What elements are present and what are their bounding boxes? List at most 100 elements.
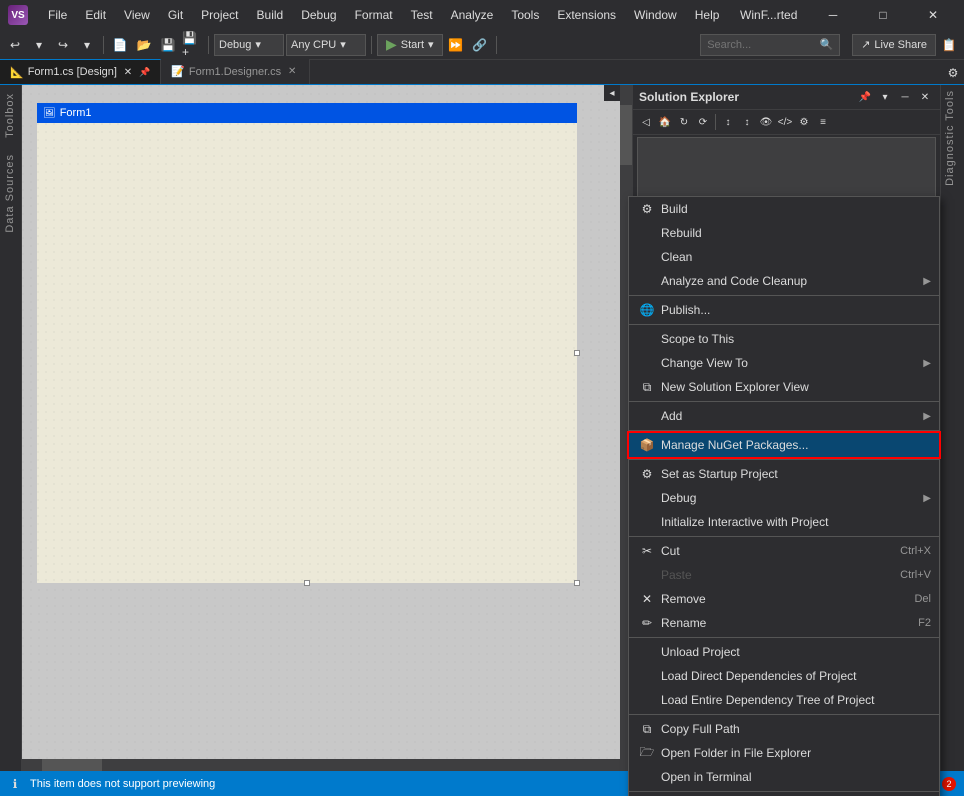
ctx-build[interactable]: ⚙ Build [629,197,939,221]
tabs-bar: 📐 Form1.cs [Design] ✕ 📌 📝 Form1.Designer… [0,60,964,85]
ctx-openterminal[interactable]: Open in Terminal [629,765,939,789]
h-scrollbar[interactable] [22,759,620,771]
panel-close-button[interactable]: ✕ [916,88,934,106]
live-share-button[interactable]: ↗ Live Share [852,34,936,56]
ctx-nuget[interactable]: 📦 Manage NuGet Packages... [629,433,939,457]
ctx-debug[interactable]: Debug ▶ [629,486,939,510]
main-area: Toolbox Data Sources 🖼 Form1 [0,85,964,771]
se-back-button[interactable]: ◁ [637,113,655,131]
menu-edit[interactable]: Edit [77,6,114,24]
notification-badge[interactable]: 2 [942,777,956,791]
menu-help[interactable]: Help [687,6,728,24]
ctx-unload[interactable]: Unload Project [629,640,939,664]
ctx-scope[interactable]: Scope to This [629,327,939,351]
se-code-view[interactable]: </> [776,113,794,131]
new-file-button[interactable]: 📄 [109,34,131,56]
start-dropdown[interactable]: ▾ [428,38,434,51]
remove-icon: ✕ [637,592,657,606]
ctx-loaddirect[interactable]: Load Direct Dependencies of Project [629,664,939,688]
cpu-combo[interactable]: Any CPU▾ [286,34,366,56]
tab-pin[interactable]: 📌 [139,67,150,78]
menu-test[interactable]: Test [403,6,441,24]
ctx-clean[interactable]: Clean [629,245,939,269]
panel-minimize-button[interactable]: ─ [896,88,914,106]
debug-mode-combo[interactable]: Debug▾ [214,34,284,56]
save-all-button[interactable]: 💾+ [181,34,203,56]
toolbox-label[interactable]: Toolbox [0,85,21,146]
ctx-publish-label: Publish... [661,303,931,317]
tab-close-form1[interactable]: ✕ [121,65,135,79]
form-body[interactable] [37,123,577,583]
search-input[interactable] [707,39,819,51]
ctx-loadentire[interactable]: Load Entire Dependency Tree of Project [629,688,939,712]
ctx-rename[interactable]: ✏ Rename F2 [629,611,939,635]
tab-close-designer[interactable]: ✕ [285,65,299,79]
redo-button[interactable]: ↪ [52,34,74,56]
undo-dropdown[interactable]: ▾ [28,34,50,56]
menu-analyze[interactable]: Analyze [443,6,502,24]
play-icon: ▶ [386,36,397,53]
startup-icon: ⚙ [637,467,657,481]
menu-build[interactable]: Build [249,6,292,24]
ctx-rebuild[interactable]: Rebuild [629,221,939,245]
ctx-add[interactable]: Add ▶ [629,404,939,428]
tab-form1-designer[interactable]: 📝 Form1.Designer.cs ✕ [161,59,310,84]
menu-git[interactable]: Git [160,6,191,24]
resize-handle-bottom[interactable] [304,580,310,586]
menu-view[interactable]: View [116,6,158,24]
se-properties-button[interactable]: ⚙ [795,113,813,131]
ctx-remove[interactable]: ✕ Remove Del [629,587,939,611]
ctx-openfolder[interactable]: 🗁 Open Folder in File Explorer [629,741,939,765]
resize-handle-corner[interactable] [574,580,580,586]
publish-icon: 🌐 [637,303,657,317]
ctx-interactive[interactable]: Initialize Interactive with Project [629,510,939,534]
se-collapse-button[interactable]: ↕ [738,113,756,131]
ctx-analyze-label: Analyze and Code Cleanup [661,274,923,288]
menu-window[interactable]: Window [626,6,685,24]
se-refresh-button[interactable]: ↻ [675,113,693,131]
undo-button[interactable]: ↩ [4,34,26,56]
menu-debug[interactable]: Debug [293,6,344,24]
ctx-copyfullpath[interactable]: ⧉ Copy Full Path [629,717,939,741]
se-expand-button[interactable]: ↕ [719,113,737,131]
ctx-rebuild-label: Rebuild [661,226,931,240]
minimize-button[interactable]: ─ [810,0,856,30]
ctx-publish[interactable]: 🌐 Publish... [629,298,939,322]
step-over-button[interactable]: ⏩ [445,34,467,56]
close-button[interactable]: ✕ [910,0,956,30]
tab-icon-designer: 📝 [171,65,185,78]
add-arrow: ▶ [923,411,931,422]
menu-extensions[interactable]: Extensions [549,6,624,24]
redo-dropdown[interactable]: ▾ [76,34,98,56]
se-view-button[interactable]: 👁 [757,113,775,131]
data-sources-label[interactable]: Data Sources [0,146,21,241]
se-sync-button[interactable]: ⟳ [694,113,712,131]
diagnostic-label[interactable]: Diagnostic Tools [944,85,956,191]
menu-format[interactable]: Format [347,6,401,24]
open-button[interactable]: 📂 [133,34,155,56]
restore-button[interactable]: □ [860,0,906,30]
tab-settings-button[interactable]: ⚙ [942,62,964,84]
form-grid [37,123,577,583]
ctx-startup[interactable]: ⚙ Set as Startup Project [629,462,939,486]
ctx-analyze[interactable]: Analyze and Code Cleanup ▶ [629,269,939,293]
menu-bar: File Edit View Git Project Build Debug F… [40,6,727,24]
save-button[interactable]: 💾 [157,34,179,56]
panel-pin-button[interactable]: 📌 [856,88,874,106]
se-filter-button[interactable]: ≡ [814,113,832,131]
menu-tools[interactable]: Tools [503,6,547,24]
menu-project[interactable]: Project [193,6,246,24]
se-home-button[interactable]: 🏠 [656,113,674,131]
panel-dropdown-button[interactable]: ▾ [876,88,894,106]
ctx-cut[interactable]: ✂ Cut Ctrl+X [629,539,939,563]
resize-handle-right[interactable] [574,350,580,356]
ctx-newsolution[interactable]: ⧉ New Solution Explorer View [629,375,939,399]
tab-form1-design[interactable]: 📐 Form1.cs [Design] ✕ 📌 [0,59,161,84]
attach-button[interactable]: 🔗 [469,34,491,56]
start-button[interactable]: ▶ Start ▾ [377,34,443,56]
menu-file[interactable]: File [40,6,75,24]
collapse-button[interactable]: ◂ [604,85,620,101]
ctx-changeview[interactable]: Change View To ▶ [629,351,939,375]
search-box[interactable]: 🔍 [700,34,840,56]
feedback-button[interactable]: 📋 [938,34,960,56]
